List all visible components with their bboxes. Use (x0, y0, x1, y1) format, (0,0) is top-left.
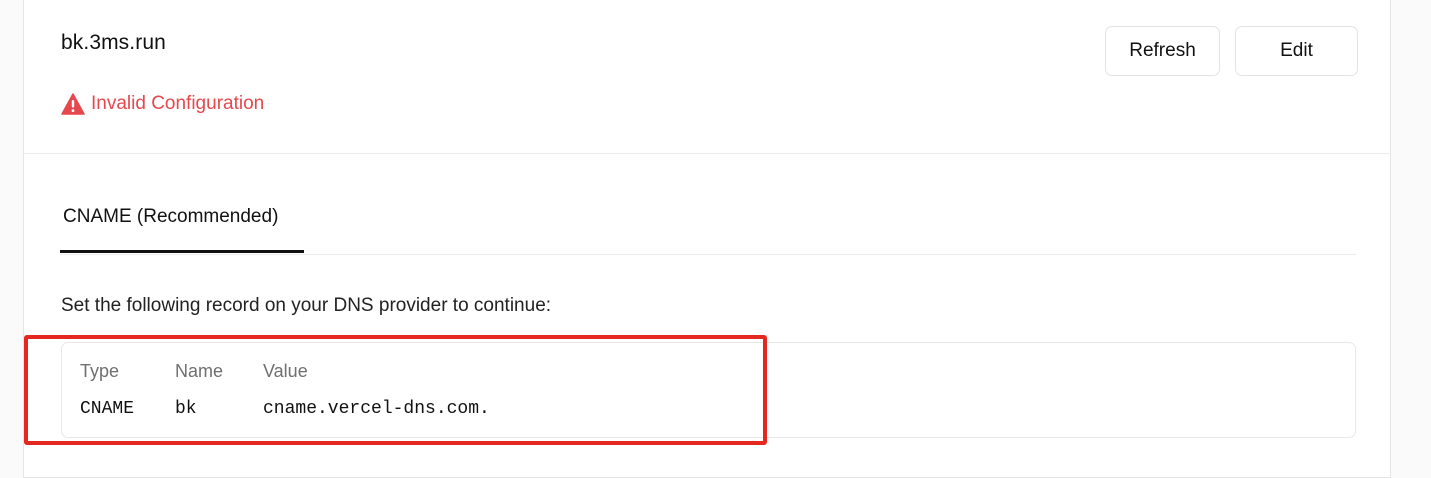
header-value: Value (263, 361, 308, 381)
header-name: Name (175, 361, 224, 381)
dns-record-table: Type Name Value CNAME bk cname.vercel-dn… (61, 342, 1356, 438)
record-type: CNAME (80, 399, 135, 419)
header-type: Type (80, 361, 120, 381)
status-text: Invalid Configuration (91, 93, 265, 114)
record-table-header: Type Name Value (80, 361, 663, 382)
refresh-button[interactable]: Refresh (1105, 26, 1220, 76)
edit-button[interactable]: Edit (1235, 26, 1358, 76)
section-divider (24, 153, 1390, 154)
warning-triangle-icon (61, 93, 85, 115)
domain-name: bk.3ms.run (61, 31, 166, 54)
record-name[interactable]: bk (175, 399, 263, 419)
dns-instructions: Set the following record on your DNS pro… (61, 295, 552, 316)
domain-card: bk.3ms.run Invalid Configuration Refresh… (23, 0, 1391, 478)
tab-cname-recommended[interactable]: CNAME (Recommended) (60, 181, 304, 253)
record-value[interactable]: cname.vercel-dns.com. (263, 399, 663, 419)
record-type-tabs: CNAME (Recommended) (60, 181, 1356, 255)
status-indicator: Invalid Configuration (61, 93, 264, 115)
table-row: CNAME bk cname.vercel-dns.com. (80, 399, 663, 419)
